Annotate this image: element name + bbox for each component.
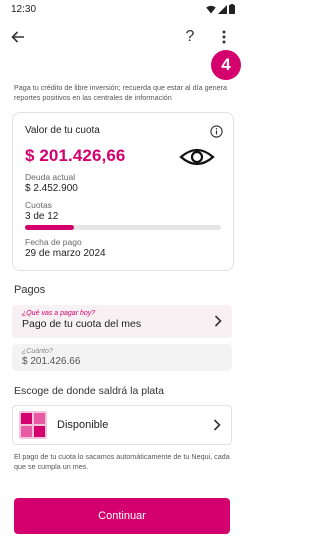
payment-amount-field: ¿Cuánto? $ 201.426.66 (12, 344, 232, 371)
source-title: Escoge de donde saldrá la plata (14, 385, 165, 397)
status-icons (206, 4, 235, 14)
debt-label: Deuda actual (25, 172, 76, 182)
step-badge: 4 (211, 50, 241, 80)
back-arrow-icon[interactable] (8, 27, 28, 47)
installments-value: 3 de 12 (25, 211, 59, 222)
help-button[interactable]: ? (180, 27, 200, 47)
card-title: Valor de tu cuota (25, 125, 100, 136)
app-bar: ? (0, 18, 244, 56)
eye-icon[interactable] (179, 146, 215, 168)
more-options-icon[interactable] (214, 27, 234, 47)
footer-note: El pago de tu cuota lo sacamos automátic… (14, 452, 230, 471)
installments-progress (25, 225, 221, 230)
payments-title: Pagos (14, 284, 46, 296)
signal-icon (218, 4, 227, 14)
status-time: 12:30 (11, 3, 37, 15)
payment-type-hint: ¿Qué vas a pagar hoy? (22, 310, 96, 317)
installments-label: Cuotas (25, 200, 52, 210)
disponible-logo-icon (19, 411, 47, 439)
payment-type-value: Pago de tu cuota del mes (22, 318, 142, 330)
battery-icon (229, 4, 235, 14)
installments-progress-fill (25, 225, 74, 230)
source-option-disponible[interactable]: Disponible (12, 405, 232, 445)
payment-amount-hint: ¿Cuánto? (22, 348, 53, 355)
payment-type-select[interactable]: ¿Qué vas a pagar hoy? Pago de tu cuota d… (12, 305, 232, 338)
debt-value: $ 2.452.900 (25, 183, 78, 194)
source-option-label: Disponible (57, 419, 109, 431)
payment-amount-value: $ 201.426.66 (22, 356, 81, 367)
installment-card: Valor de tu cuota $ 201.426,66 Deuda act… (12, 112, 234, 271)
chevron-right-icon (213, 419, 221, 431)
wifi-icon (206, 5, 216, 13)
intro-text: Paga tu crédito de libre inversión; recu… (14, 83, 227, 102)
due-date-label: Fecha de pago (25, 237, 82, 247)
info-icon[interactable] (210, 125, 223, 138)
continue-button[interactable]: Continuar (14, 498, 230, 534)
chevron-right-icon (214, 315, 222, 327)
due-date-value: 29 de marzo 2024 (25, 248, 106, 259)
status-bar: 12:30 (0, 0, 244, 18)
